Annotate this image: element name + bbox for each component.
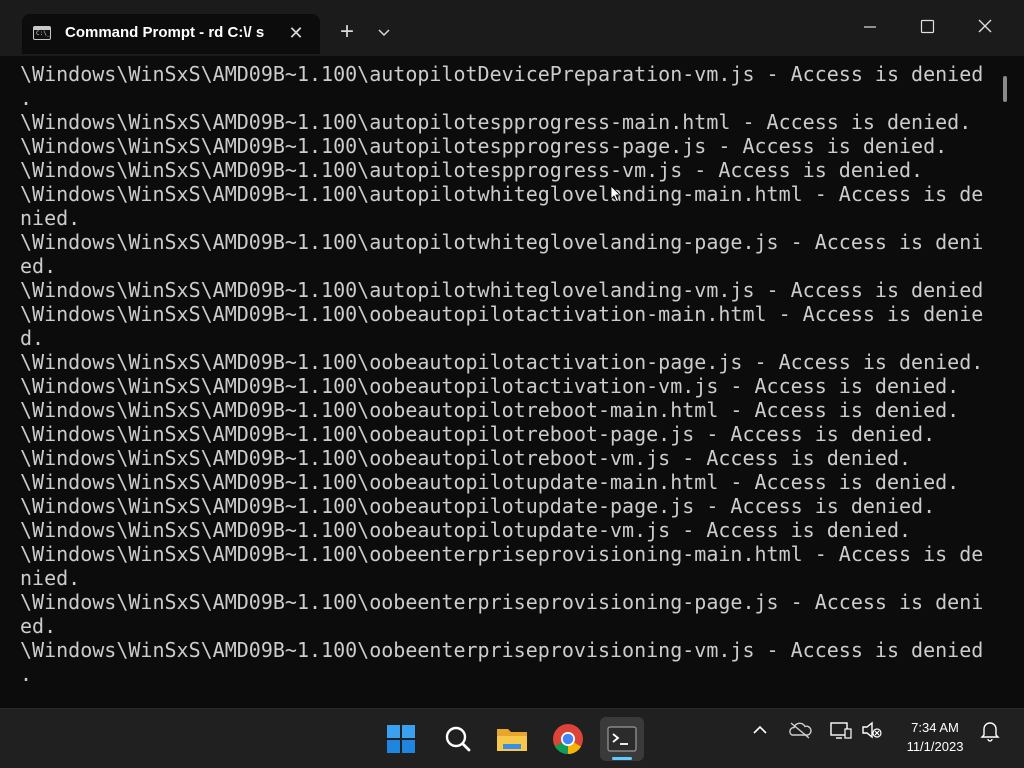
tab-title: Command Prompt - rd C:\/ s bbox=[65, 24, 265, 41]
start-icon bbox=[387, 725, 415, 753]
console-line: \Windows\WinSxS\AMD09B~1.100\oobeautopil… bbox=[20, 470, 960, 494]
clock-time: 7:34 AM bbox=[911, 720, 959, 735]
console-line: \Windows\WinSxS\AMD09B~1.100\oobeenterpr… bbox=[20, 638, 984, 662]
terminal-window: C:\_ Command Prompt - rd C:\/ s ✕ + \Win… bbox=[0, 0, 1024, 708]
new-tab-button[interactable]: + bbox=[332, 19, 362, 47]
console-line: \Windows\WinSxS\AMD09B~1.100\oobeautopil… bbox=[20, 446, 912, 470]
minimize-button[interactable] bbox=[840, 0, 898, 54]
clock-date: 11/1/2023 bbox=[906, 739, 964, 754]
console-line: ed. bbox=[20, 614, 57, 638]
console-line: \Windows\WinSxS\AMD09B~1.100\oobeautopil… bbox=[20, 398, 960, 422]
volume-muted-icon[interactable] bbox=[858, 716, 886, 744]
console-line: \Windows\WinSxS\AMD09B~1.100\oobeautopil… bbox=[20, 302, 984, 326]
start-button[interactable] bbox=[379, 717, 423, 761]
chevron-up-icon[interactable] bbox=[746, 716, 774, 744]
console-line: \Windows\WinSxS\AMD09B~1.100\autopilotwh… bbox=[20, 230, 984, 254]
console-line: d. bbox=[20, 326, 45, 350]
search-button[interactable] bbox=[436, 717, 480, 761]
vertical-scrollbar[interactable] bbox=[1003, 76, 1007, 102]
terminal-button[interactable] bbox=[600, 717, 644, 761]
notifications-icon[interactable] bbox=[976, 716, 1004, 744]
console-line: nied. bbox=[20, 206, 81, 230]
terminal-icon bbox=[607, 726, 637, 752]
console-line: \Windows\WinSxS\AMD09B~1.100\autopilotes… bbox=[20, 110, 972, 134]
close-button[interactable] bbox=[956, 0, 1014, 54]
tab-dropdown-button[interactable] bbox=[372, 20, 396, 46]
chrome-button[interactable] bbox=[546, 717, 590, 761]
console-line: \Windows\WinSxS\AMD09B~1.100\autopilotDe… bbox=[20, 62, 984, 86]
console-line: \Windows\WinSxS\AMD09B~1.100\autopilotes… bbox=[20, 134, 948, 158]
console-line: \Windows\WinSxS\AMD09B~1.100\oobeenterpr… bbox=[20, 542, 984, 566]
console-line: \Windows\WinSxS\AMD09B~1.100\oobeautopil… bbox=[20, 374, 960, 398]
mouse-pointer-icon bbox=[610, 185, 621, 203]
console-line: \Windows\WinSxS\AMD09B~1.100\oobeenterpr… bbox=[20, 590, 984, 614]
command-prompt-icon: C:\_ bbox=[33, 26, 51, 40]
file-explorer-icon bbox=[497, 729, 527, 751]
active-app-indicator bbox=[612, 757, 632, 760]
maximize-button[interactable] bbox=[898, 0, 956, 54]
system-clock[interactable]: 7:34 AM 11/1/2023 bbox=[886, 718, 984, 756]
console-output[interactable]: \Windows\WinSxS\AMD09B~1.100\autopilotDe… bbox=[0, 56, 1024, 708]
chevron-down-icon bbox=[378, 29, 390, 37]
network-icon[interactable] bbox=[826, 716, 854, 744]
file-explorer-button[interactable] bbox=[490, 717, 534, 761]
console-line: \Windows\WinSxS\AMD09B~1.100\oobeautopil… bbox=[20, 350, 984, 374]
close-icon bbox=[978, 19, 992, 33]
maximize-icon bbox=[920, 19, 935, 34]
tab-command-prompt[interactable]: C:\_ Command Prompt - rd C:\/ s ✕ bbox=[22, 14, 320, 54]
console-line: \Windows\WinSxS\AMD09B~1.100\oobeautopil… bbox=[20, 494, 936, 518]
console-line: ed. bbox=[20, 254, 57, 278]
console-line: \Windows\WinSxS\AMD09B~1.100\autopilotwh… bbox=[20, 182, 984, 206]
console-line: nied. bbox=[20, 566, 81, 590]
console-line: \Windows\WinSxS\AMD09B~1.100\oobeautopil… bbox=[20, 518, 912, 542]
minimize-icon bbox=[864, 26, 876, 28]
title-bar[interactable]: C:\_ Command Prompt - rd C:\/ s ✕ + bbox=[0, 0, 1024, 56]
console-line: \Windows\WinSxS\AMD09B~1.100\autopilotes… bbox=[20, 158, 924, 182]
console-line: \Windows\WinSxS\AMD09B~1.100\autopilotwh… bbox=[20, 278, 984, 302]
console-line: . bbox=[20, 662, 33, 686]
console-line: \Windows\WinSxS\AMD09B~1.100\oobeautopil… bbox=[20, 422, 936, 446]
chrome-icon bbox=[553, 724, 583, 755]
search-icon bbox=[445, 726, 471, 752]
onedrive-offline-icon[interactable] bbox=[786, 716, 814, 744]
console-line: . bbox=[20, 86, 33, 110]
tab-close-icon[interactable]: ✕ bbox=[285, 22, 307, 44]
